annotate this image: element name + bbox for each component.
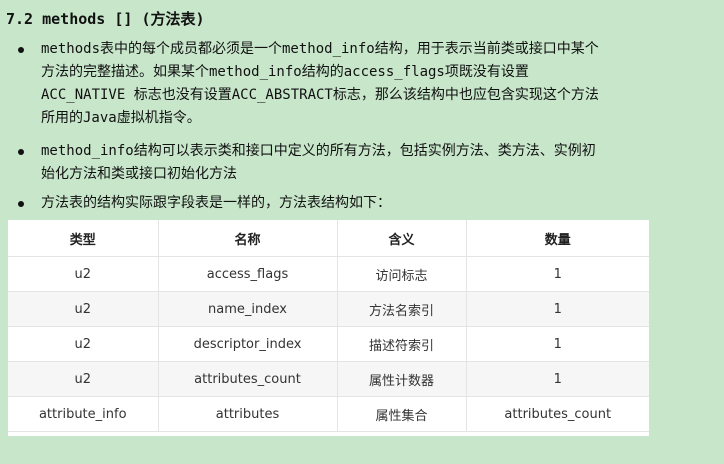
method-table-container: 类型 名称 含义 数量 u2 access_flags 访问标志 1 u2 na… (8, 220, 649, 436)
cell-count: 1 (466, 326, 649, 362)
cell-type: u2 (8, 326, 159, 362)
cell-name: access_flags (158, 256, 338, 292)
cell-count: attributes_count (466, 396, 649, 432)
bullet-list: methods表中的每个成员都必须是一个method_info结构，用于表示当前… (0, 38, 724, 215)
bullet-line: 方法的完整描述。如果某个method_info结构的access_flags项既… (41, 64, 529, 80)
bullet-item: 方法表的结构实际跟字段表是一样的，方法表结构如下： (0, 192, 724, 215)
cell-count: 1 (466, 291, 649, 327)
bullet-line: 始化方法和类或接口初始化方法 (41, 166, 237, 182)
cell-name: attributes (158, 396, 338, 432)
bullet-dot-icon (18, 201, 24, 207)
bullet-dot-icon (18, 149, 24, 155)
bullet-item: method_info结构可以表示类和接口中定义的所有方法，包括实例方法、类方法… (0, 140, 724, 186)
table-row: u2 attributes_count 属性计数器 1 (8, 361, 649, 397)
bullet-line: 所用的Java虚拟机指令。 (41, 110, 201, 126)
cell-type: u2 (8, 361, 159, 397)
bullet-item: methods表中的每个成员都必须是一个method_info结构，用于表示当前… (0, 38, 724, 130)
header-count: 数量 (466, 220, 649, 257)
cell-type: u2 (8, 291, 159, 327)
cell-name: name_index (158, 291, 338, 327)
cell-count: 1 (466, 256, 649, 292)
bullet-line: 方法表的结构实际跟字段表是一样的，方法表结构如下： (41, 195, 391, 211)
bullet-dot-icon (18, 47, 24, 53)
method-structure-table: 类型 名称 含义 数量 u2 access_flags 访问标志 1 u2 na… (8, 220, 649, 432)
cell-meaning: 属性集合 (337, 396, 467, 432)
header-type: 类型 (8, 220, 159, 257)
header-name: 名称 (158, 220, 338, 257)
table-row: u2 name_index 方法名索引 1 (8, 291, 649, 327)
table-row: attribute_info attributes 属性集合 attribute… (8, 396, 649, 432)
cell-meaning: 属性计数器 (337, 361, 467, 397)
cell-type: attribute_info (8, 396, 159, 432)
cell-meaning: 访问标志 (337, 256, 467, 292)
header-meaning: 含义 (337, 220, 467, 257)
cell-meaning: 描述符索引 (337, 326, 467, 362)
cell-name: attributes_count (158, 361, 338, 397)
table-row: u2 descriptor_index 描述符索引 1 (8, 326, 649, 362)
table-row: u2 access_flags 访问标志 1 (8, 256, 649, 292)
bullet-line: methods表中的每个成员都必须是一个method_info结构，用于表示当前… (41, 41, 599, 57)
section-heading: 7.2 methods [] (方法表) (6, 10, 205, 28)
cell-count: 1 (466, 361, 649, 397)
cell-meaning: 方法名索引 (337, 291, 467, 327)
bullet-line: method_info结构可以表示类和接口中定义的所有方法，包括实例方法、类方法… (41, 143, 596, 159)
cell-name: descriptor_index (158, 326, 338, 362)
cell-type: u2 (8, 256, 159, 292)
table-header-row: 类型 名称 含义 数量 (8, 220, 649, 257)
bullet-line: ACC_NATIVE 标志也没有设置ACC_ABSTRACT标志，那么该结构中也… (41, 87, 599, 103)
document-page: 7.2 methods [] (方法表) methods表中的每个成员都必须是一… (0, 0, 724, 464)
